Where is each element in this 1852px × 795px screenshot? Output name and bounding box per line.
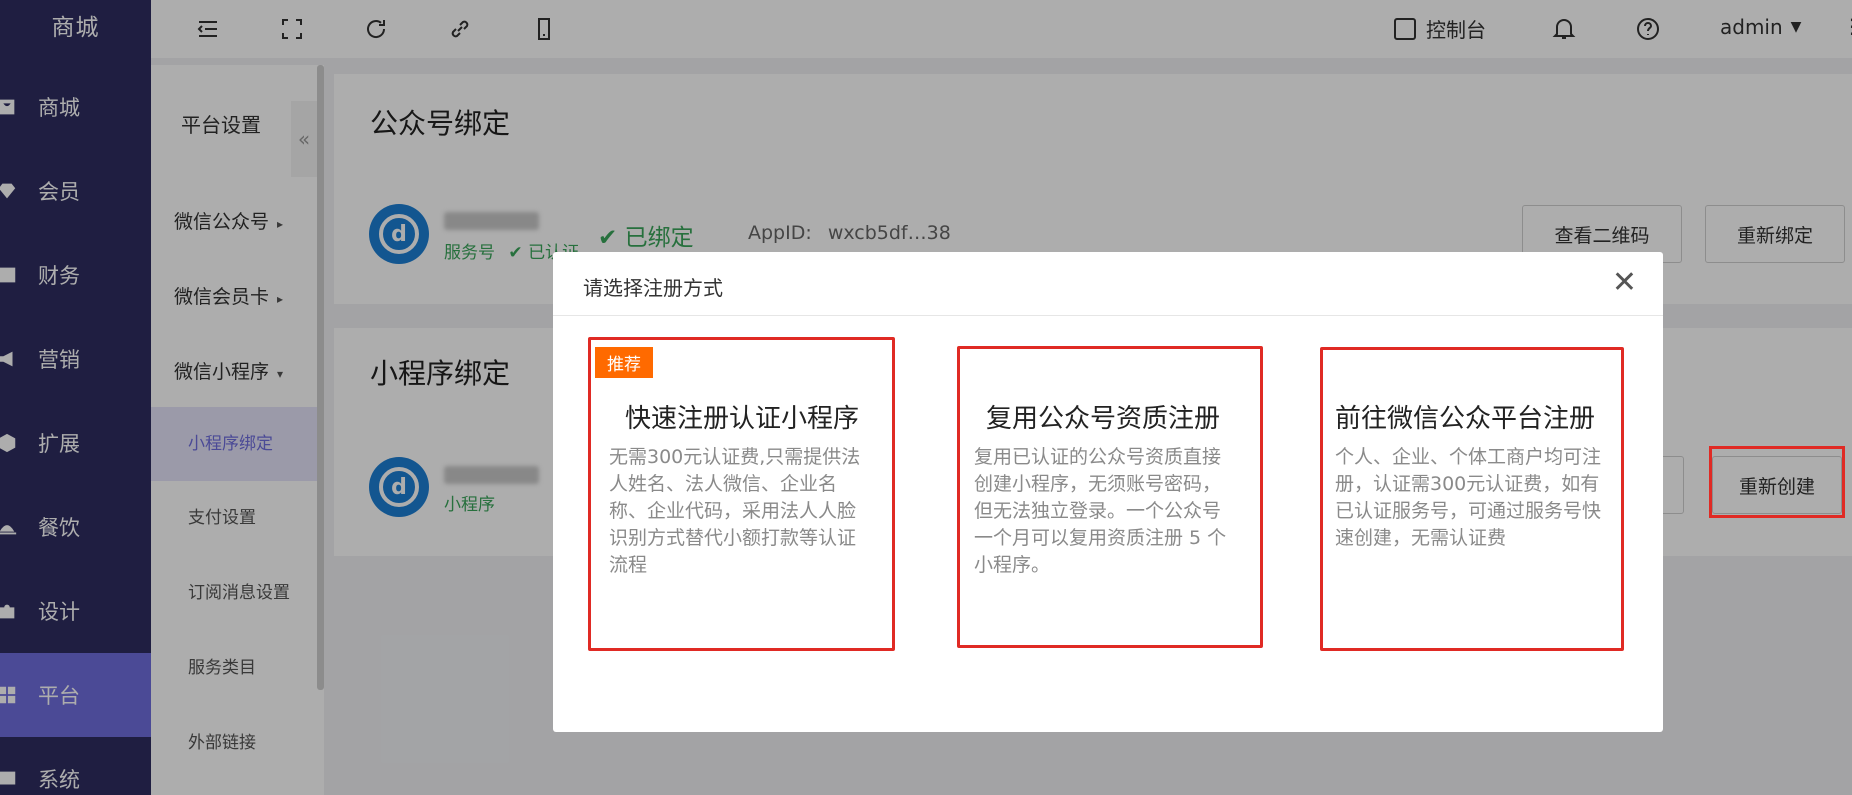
highlight-box [1709, 446, 1845, 518]
option-desc: 个人、企业、个体工商户均可注册，认证需300元认证费，如有已认证服务号，可通过服… [1335, 446, 1602, 549]
option-desc: 复用已认证的公众号资质直接创建小程序，无须账号密码，但无法独立登录。一个公众号一… [974, 446, 1227, 576]
option-wechat-platform-register[interactable]: 前往微信公众平台注册 个人、企业、个体工商户均可注册，认证需300元认证费，如有… [1320, 347, 1624, 651]
option-title: 复用公众号资质注册 [986, 404, 1221, 434]
register-method-dialog: 请选择注册方式 ✕ 推荐 快速注册认证小程序 无需300元认证费,只需提供法人姓… [553, 252, 1663, 732]
option-quick-register[interactable]: 推荐 快速注册认证小程序 无需300元认证费,只需提供法人姓名、法人微信、企业名… [588, 337, 895, 651]
recommend-badge: 推荐 [595, 347, 653, 378]
dialog-header: 请选择注册方式 ✕ [553, 252, 1663, 316]
option-title: 快速注册认证小程序 [625, 404, 860, 434]
dialog-title: 请选择注册方式 [583, 276, 723, 300]
close-icon[interactable]: ✕ [1612, 268, 1637, 298]
option-desc: 无需300元认证费,只需提供法人姓名、法人微信、企业名称、企业代码，采用法人人脸… [609, 446, 861, 576]
option-title: 前往微信公众平台注册 [1335, 404, 1596, 434]
option-reuse-qualification[interactable]: 复用公众号资质注册 复用已认证的公众号资质直接创建小程序，无须账号密码，但无法独… [957, 346, 1263, 648]
